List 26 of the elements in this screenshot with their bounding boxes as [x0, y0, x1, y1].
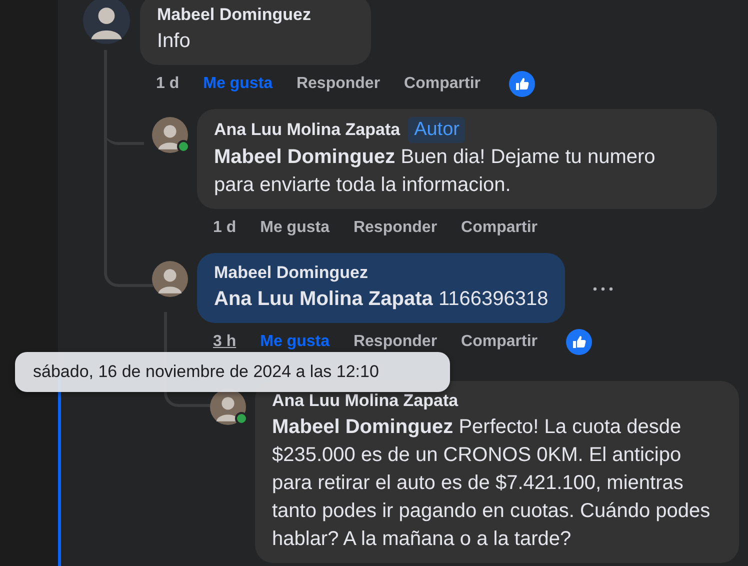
thumbs-up-icon[interactable]: [566, 329, 592, 355]
thumbs-up-icon[interactable]: [508, 71, 534, 97]
share-link[interactable]: Compartir: [461, 219, 538, 237]
share-link[interactable]: Compartir: [461, 333, 538, 351]
comment-text: Info: [157, 29, 192, 54]
comment-time[interactable]: 3 h: [213, 333, 236, 351]
author-name[interactable]: Mabeel Dominguez: [157, 3, 311, 27]
comment-time[interactable]: 1 d: [213, 219, 236, 237]
share-link[interactable]: Compartir: [404, 75, 480, 93]
comment-time[interactable]: 1 d: [156, 75, 180, 93]
comment-text: Mabeel Dominguez Perfecto! La cuota desde $235.000 es de un CRONOS 0KM. El anticipo para retirar el auto es de $7.421.100, mientras tanto podes ir pagando en cuotas. Cuándo podes hablar? A la mañana o a la tarde?: [272, 415, 712, 552]
date-tooltip: sábado, 16 de noviembre de 2024 a las 12:10: [15, 352, 450, 392]
author-badge: Autor: [408, 117, 466, 143]
reply-link[interactable]: Responder: [353, 219, 438, 237]
more-icon[interactable]: [593, 287, 614, 291]
author-name[interactable]: Ana Luu Molina Zapata: [214, 118, 400, 142]
author-name[interactable]: Ana Luu Molina Zapata: [272, 389, 458, 413]
avatar[interactable]: [152, 261, 188, 297]
comment-text: Ana Luu Molina Zapata 1166396318: [214, 287, 548, 312]
reply-link[interactable]: Responder: [296, 75, 380, 93]
reply-link[interactable]: Responder: [353, 333, 438, 351]
comment-text: Mabeel Dominguez Buen dia! Dejame tu numero para enviarte toda la informacion.: [214, 145, 656, 198]
like-link[interactable]: Me gusta: [260, 219, 330, 237]
author-name[interactable]: Mabeel Dominguez: [214, 261, 368, 285]
avatar[interactable]: [83, 0, 130, 44]
avatar[interactable]: [152, 117, 188, 153]
